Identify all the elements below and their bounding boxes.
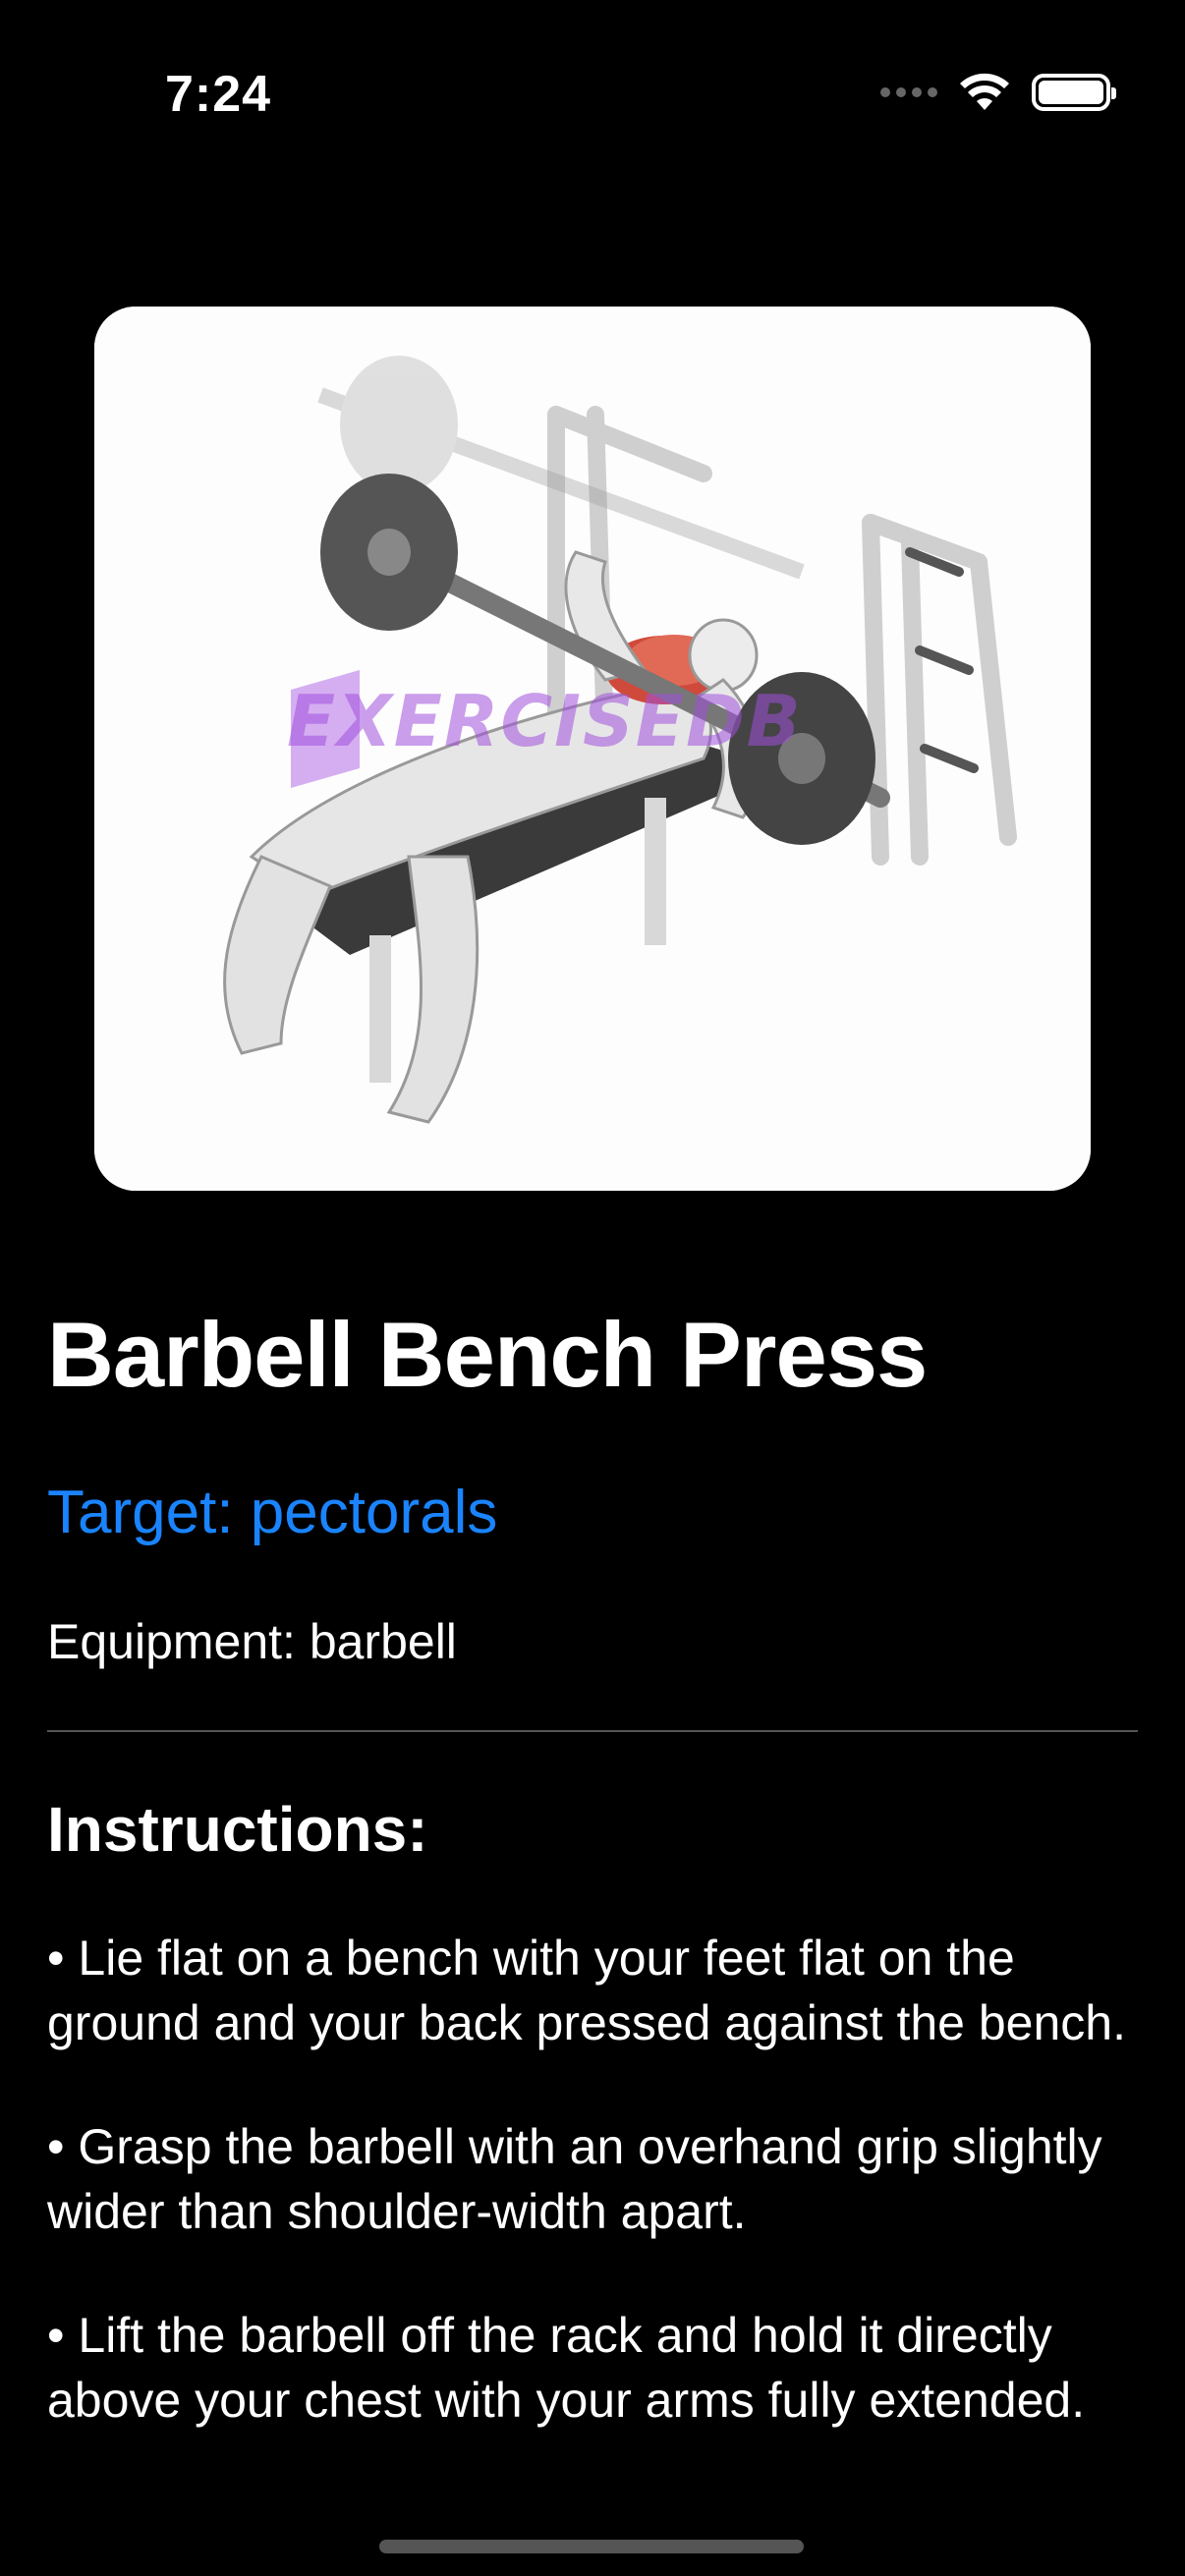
- equipment-label: Equipment: barbell: [47, 1614, 457, 1669]
- target-muscle-link[interactable]: Target: pectorals: [47, 1478, 497, 1547]
- home-indicator[interactable]: [379, 2540, 804, 2553]
- divider: [47, 1730, 1138, 1732]
- wifi-icon: [959, 73, 1010, 112]
- instruction-item: • Lift the barbell off the rack and hold…: [47, 2308, 1086, 2428]
- status-icons: [880, 73, 1116, 112]
- status-bar: 7:24: [0, 0, 1185, 196]
- instruction-item: • Grasp the barbell with an overhand gri…: [47, 2119, 1102, 2239]
- instruction-item: • Lie flat on a bench with your feet fla…: [47, 1931, 1126, 2050]
- signal-dots-icon: [880, 87, 937, 97]
- instructions-heading: Instructions:: [47, 1794, 428, 1865]
- exercise-image: EXERCISEDB: [94, 307, 1091, 1191]
- battery-icon: [1032, 74, 1116, 111]
- status-time: 7:24: [165, 66, 272, 123]
- exercise-title: Barbell Bench Press: [47, 1303, 928, 1406]
- instructions-list: • Lie flat on a bench with your feet fla…: [47, 1926, 1148, 2492]
- exercisedb-watermark: EXERCISEDB: [287, 680, 803, 762]
